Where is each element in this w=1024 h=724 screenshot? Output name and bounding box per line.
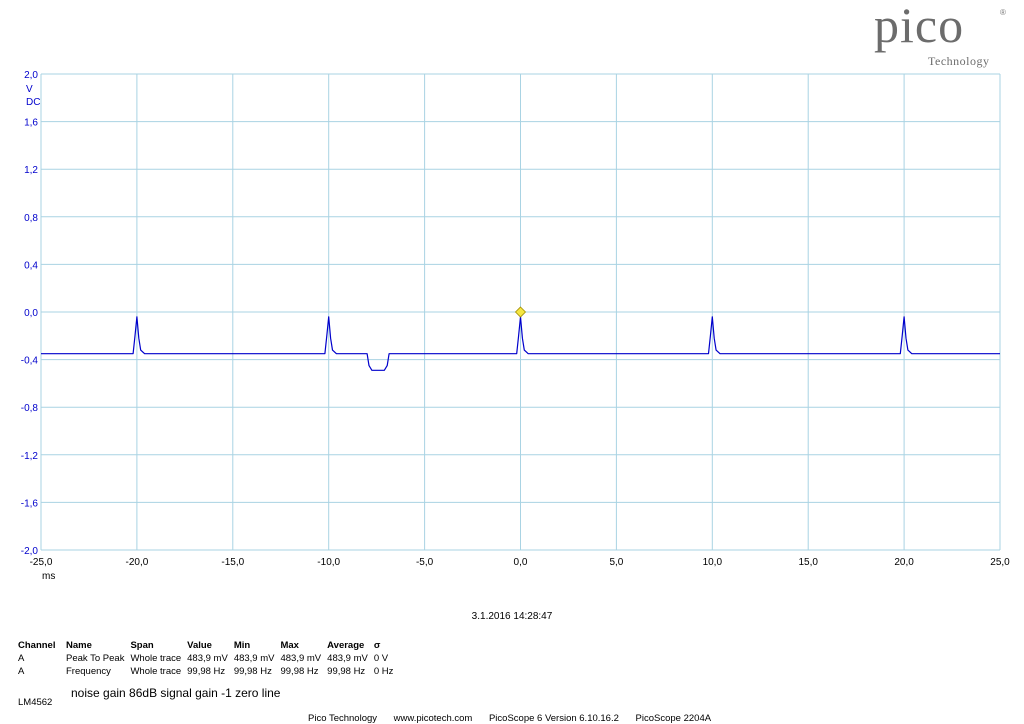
measurement-cell: Whole trace [130,666,182,677]
x-tick-label: 0,0 [514,557,528,568]
measurement-cell: A [18,666,25,677]
measurements-header-cell: Span [130,640,154,651]
measurement-row: A Peak To Peak Whole trace 483,9 mV 483,9 mV… [18,652,399,665]
y-tick-label: -1,2 [21,451,39,462]
measurement-cell: 483,9 mV [187,653,228,664]
measurement-cell: Frequency [66,666,111,677]
x-tick-label: -10,0 [317,557,340,568]
y-tick-label: 0,4 [24,260,38,271]
measurements-header-cell: Value [187,640,212,651]
measurements-header-cell: Min [233,640,251,651]
y-tick-label: -1,6 [21,498,39,509]
measurement-cell: 483,9 mV [233,653,275,664]
x-tick-label: -15,0 [221,557,244,568]
measurements-header-cell: Average [327,640,365,651]
measurement-cell: 0 Hz [373,666,394,677]
trigger-marker [514,306,527,318]
measurements-header-cell: Name [66,640,92,651]
x-tick-label: 20,0 [894,557,914,568]
y-tick-label: -0,4 [21,356,39,367]
measurement-cell: 99,98 Hz [233,666,272,677]
footer: Pico Technology www.picotech.com PicoSco… [308,713,725,724]
measurement-row: A Frequency Whole trace 99,98 Hz 99,98 Hz 99,… [18,665,399,678]
footer-software-version: PicoScope 6 Version 6.10.16.2 [488,713,619,724]
x-tick-label: 10,0 [703,557,723,568]
x-tick-label: -25,0 [30,557,53,568]
measurement-cell: 483,9 mV [280,653,322,664]
y-tick-label: -0,8 [21,403,39,414]
measurement-cell: 99,98 Hz [187,666,226,677]
y-tick-label: 1,2 [24,165,38,176]
measurements-header-cell: Channel [18,640,56,651]
y-tick-label: -2,0 [21,546,39,557]
measurement-cell: A [18,653,25,664]
footer-device-model: PicoScope 2204A [635,713,712,724]
y-coupling-label: DC [26,97,40,108]
x-tick-label: 15,0 [798,557,818,568]
measurement-note: noise gain 86dB signal gain -1 zero line [71,686,281,700]
measurements-header-cell: σ [373,640,381,651]
footer-website: www.picotech.com [393,713,473,724]
y-tick-label: 1,6 [24,118,38,129]
x-tick-label: 5,0 [609,557,623,568]
measurement-cell: 99,98 Hz [327,666,366,677]
measurement-cell: Whole trace [130,653,182,664]
y-tick-label: 0,0 [24,308,38,319]
x-tick-label: -5,0 [416,557,434,568]
y-unit-label: V [26,84,33,95]
measurements-header-row: Channel Name Span Value Min Max Average σ [18,639,399,652]
measurement-cell: 99,98 Hz [280,666,319,677]
footer-company: Pico Technology [308,713,378,724]
measurement-cell: Peak To Peak [66,653,125,664]
y-tick-label: 0,8 [24,213,38,224]
measurement-cell: 0 V [373,653,389,664]
x-tick-label: -20,0 [126,557,149,568]
measurements-header-cell: Max [280,640,299,651]
measurements-table: Channel Name Span Value Min Max Average σ A Peak… [18,639,399,678]
x-tick-label: 25,0 [990,557,1010,568]
x-unit-label: ms [42,571,55,582]
device-label: LM4562 [18,697,53,708]
oscilloscope-chart: -25,0 -20,0 -15,0 -10,0 -5,0 0,0 5,0 10,0 15,0 20… [21,70,1010,582]
measurement-cell: 483,9 mV [327,653,368,664]
y-tick-label: 2,0 [24,70,38,81]
capture-timestamp: 3.1.2016 14:28:47 [471,611,553,622]
